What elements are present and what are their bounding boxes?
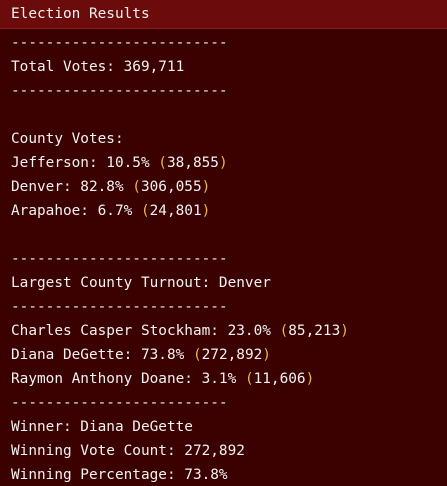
candidate-line-doane: Raymon Anthony Doane: 3.1% (11,606)	[11, 367, 447, 391]
county-line-denver: Denver: 82.8% (306,055)	[11, 175, 447, 199]
open-paren: (	[244, 371, 254, 387]
candidate-label: Charles Casper Stockham: 23.0%	[11, 323, 280, 339]
candidate-label: Diana DeGette: 73.8%	[11, 347, 193, 363]
county-label: Arapahoe: 6.7%	[11, 203, 141, 219]
largest-county-line: Largest County Turnout: Denver	[11, 275, 271, 291]
candidate-line-degette: Diana DeGette: 73.8% (272,892)	[11, 343, 447, 367]
candidate-line-stockham: Charles Casper Stockham: 23.0% (85,213)	[11, 319, 447, 343]
open-paren: (	[158, 155, 167, 171]
candidate-vote-count: 11,606	[253, 371, 306, 387]
candidate-vote-count: 85,213	[288, 323, 341, 339]
close-paren: )	[340, 323, 349, 339]
county-line-arapahoe: Arapahoe: 6.7% (24,801)	[11, 199, 447, 223]
close-paren: )	[201, 179, 211, 195]
winning-vote-count-line: Winning Vote Count: 272,892	[11, 443, 245, 459]
close-paren: )	[262, 347, 271, 363]
county-line-jefferson: Jefferson: 10.5% (38,855)	[11, 151, 447, 175]
county-vote-count: 38,855	[166, 155, 219, 171]
separator-line: -------------------------	[11, 299, 228, 315]
separator-line: -------------------------	[11, 83, 228, 99]
terminal-window: Election Results -----------------------…	[0, 0, 447, 486]
terminal-output: ------------------------- Total Votes: 3…	[0, 29, 447, 486]
close-paren: )	[218, 155, 228, 171]
separator-line: -------------------------	[11, 395, 228, 411]
county-votes-header: County Votes:	[11, 131, 124, 147]
separator-line: -------------------------	[11, 251, 228, 267]
county-vote-count: 306,055	[140, 179, 202, 195]
winner-line: Winner: Diana DeGette	[11, 419, 193, 435]
candidate-label: Raymon Anthony Doane: 3.1%	[11, 371, 245, 387]
county-vote-count: 24,801	[149, 203, 202, 219]
open-paren: (	[192, 347, 202, 363]
separator-line: -------------------------	[11, 35, 228, 51]
open-paren: (	[279, 323, 289, 339]
window-title: Election Results	[0, 0, 447, 29]
open-paren: (	[140, 203, 150, 219]
candidate-vote-count: 272,892	[201, 347, 263, 363]
close-paren: )	[201, 203, 211, 219]
open-paren: (	[132, 179, 141, 195]
county-label: Denver: 82.8%	[11, 179, 133, 195]
close-paren: )	[305, 371, 315, 387]
total-votes-line: Total Votes: 369,711	[11, 59, 185, 75]
county-label: Jefferson: 10.5%	[11, 155, 159, 171]
winning-percentage-line: Winning Percentage: 73.8%	[11, 467, 228, 483]
